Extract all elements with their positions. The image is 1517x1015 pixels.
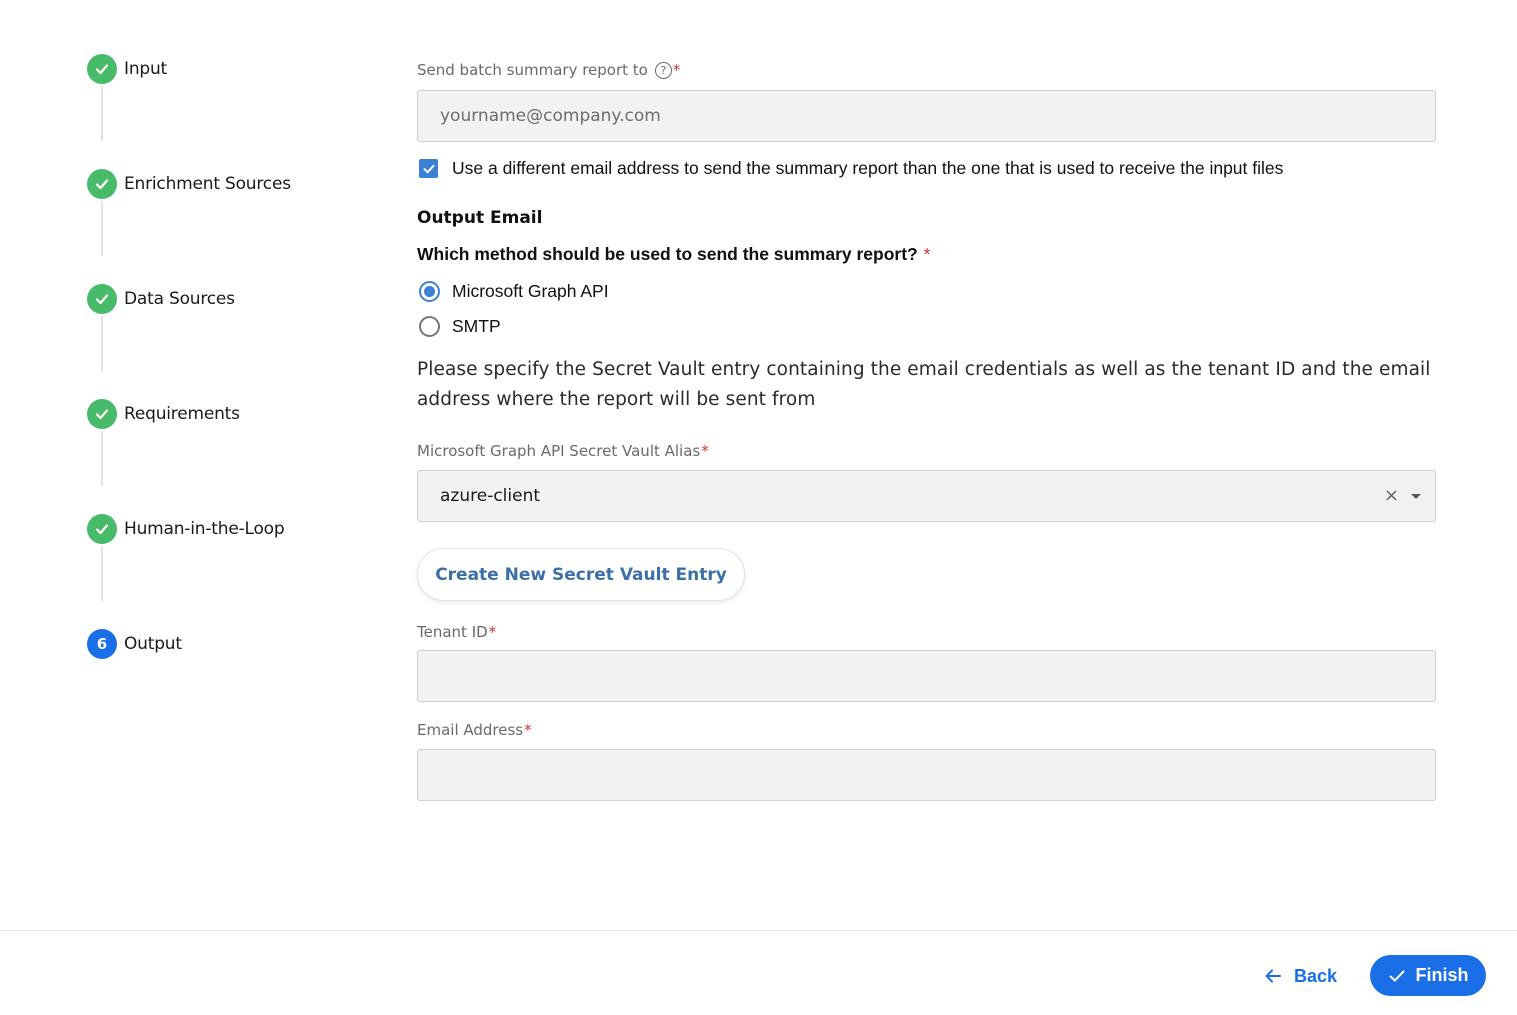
step-connector [101,546,103,601]
required-mark: * [701,442,709,460]
step-label: Output [124,634,182,654]
tenant-id-input[interactable] [417,650,1436,702]
different-email-checkbox-label: Use a different email address to send th… [452,158,1284,178]
step-data-sources[interactable]: Data Sources [87,284,235,314]
radio-graph-api[interactable] [419,281,440,302]
check-icon [87,169,117,199]
radio-label: SMTP [452,316,501,336]
radio-option-smtp[interactable]: SMTP [419,316,501,337]
required-mark: * [488,623,497,641]
step-label: Data Sources [124,289,235,309]
email-address-label: Email Address * [417,721,532,739]
credentials-description: Please specify the Secret Vault entry co… [417,359,1431,410]
step-connector [101,86,103,141]
batch-report-label-text: Send batch summary report to [417,61,648,79]
step-output[interactable]: 6 Output [87,629,182,659]
create-vault-entry-button[interactable]: Create New Secret Vault Entry [417,548,745,601]
footer-divider [0,930,1517,931]
radio-label: Microsoft Graph API [452,281,609,301]
step-label: Human-in-the-Loop [124,519,285,539]
tenant-id-label-text: Tenant ID [417,623,488,641]
check-icon [87,514,117,544]
output-email-title: Output Email [417,208,543,228]
step-connector [101,316,103,371]
vault-alias-label: Microsoft Graph API Secret Vault Alias * [417,442,709,460]
check-icon [87,54,117,84]
batch-report-label: Send batch summary report to ? * [417,61,680,79]
clear-icon[interactable]: × [1384,487,1399,505]
tenant-id-label: Tenant ID * [417,623,496,641]
finish-button[interactable]: Finish [1370,955,1486,996]
radio-option-graph-api[interactable]: Microsoft Graph API [419,281,609,302]
vault-alias-value: azure-client [440,486,541,506]
help-icon[interactable]: ? [654,61,672,79]
vault-alias-select[interactable]: azure-client × [417,470,1436,522]
step-label: Requirements [124,404,240,424]
email-address-input[interactable] [417,749,1436,801]
check-icon [1388,968,1406,984]
method-question: Which method should be used to send the … [417,244,930,265]
step-connector [101,201,103,256]
step-requirements[interactable]: Requirements [87,399,240,429]
step-enrichment-sources[interactable]: Enrichment Sources [87,169,291,199]
radio-smtp[interactable] [419,316,440,337]
checkmark-icon [423,164,434,173]
method-question-text: Which method should be used to send the … [417,244,918,264]
required-mark: * [923,244,931,264]
arrow-left-icon [1264,968,1282,984]
check-icon [87,284,117,314]
vault-alias-label-text: Microsoft Graph API Secret Vault Alias [417,442,701,460]
check-icon [87,399,117,429]
step-label: Enrichment Sources [124,174,291,194]
step-label: Input [124,59,168,79]
back-label: Back [1294,965,1338,986]
email-address-label-text: Email Address [417,721,524,739]
back-button[interactable]: Back [1264,958,1337,994]
step-human-in-the-loop[interactable]: Human-in-the-Loop [87,514,285,544]
step-connector [101,431,103,486]
chevron-down-icon[interactable] [1411,493,1421,499]
required-mark: * [672,61,681,79]
different-email-checkbox-row[interactable]: Use a different email address to send th… [419,158,1283,179]
finish-label: Finish [1415,965,1469,985]
step-number-badge: 6 [87,629,117,659]
different-email-checkbox[interactable] [419,159,438,178]
batch-report-placeholder: yourname@company.com [440,106,661,126]
required-mark: * [524,721,532,739]
step-input[interactable]: Input [87,54,167,84]
batch-report-email-input[interactable]: yourname@company.com [417,90,1436,142]
